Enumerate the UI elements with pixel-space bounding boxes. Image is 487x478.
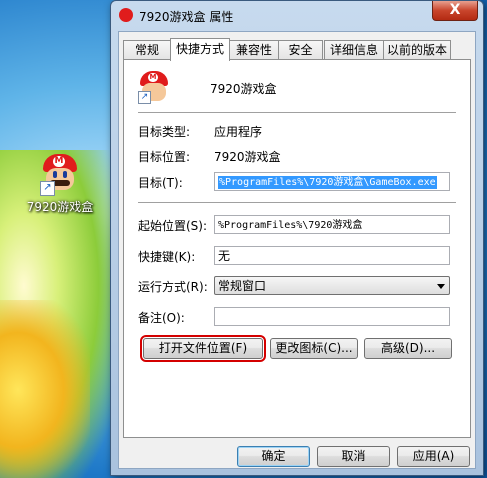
shortcut-panel: M ↗ 7920游戏盒 目标类型: 应用程序 目标位置: 7920游戏盒 目标(… (123, 59, 471, 438)
comment-input[interactable] (214, 307, 450, 326)
wallpaper-glow-yellow (0, 300, 90, 478)
desktop-icon-label: 7920游戏盒 (26, 200, 94, 214)
target-location-value: 7920游戏盒 (214, 150, 281, 164)
divider (138, 202, 456, 204)
tab-security[interactable]: 安全 (278, 40, 323, 60)
target-location-label: 目标位置: (138, 150, 191, 164)
target-type-value: 应用程序 (214, 125, 263, 139)
mario-icon (119, 8, 133, 22)
ok-button[interactable]: 确定 (237, 446, 310, 467)
dialog-body: 常规 快捷方式 兼容性 安全 详细信息 以前的版本 M ↗ 7920游戏盒 目标… (118, 31, 476, 469)
title-bar[interactable]: 7920游戏盒 属性 X (111, 1, 483, 29)
start-in-label: 起始位置(S): (138, 219, 208, 233)
target-input-text: %ProgramFiles%\7920游戏盒\GameBox.exe (218, 176, 437, 189)
tab-compatibility[interactable]: 兼容性 (229, 40, 279, 60)
divider (138, 112, 456, 114)
close-button[interactable]: X (432, 1, 478, 21)
advanced-button[interactable]: 高级(D)... (364, 338, 452, 359)
hotkey-input[interactable]: 无 (214, 246, 450, 265)
tab-previous-versions[interactable]: 以前的版本 (383, 40, 451, 60)
mario-icon: M ↗ (138, 70, 172, 104)
properties-dialog: 7920游戏盒 属性 X 常规 快捷方式 兼容性 安全 详细信息 以前的版本 M… (110, 0, 484, 476)
target-type-label: 目标类型: (138, 125, 191, 139)
change-icon-button[interactable]: 更改图标(C)... (270, 338, 358, 359)
chevron-down-icon (437, 284, 445, 289)
apply-button[interactable]: 应用(A) (397, 446, 470, 467)
target-label: 目标(T): (138, 176, 183, 190)
open-file-location-button[interactable]: 打开文件位置(F) (140, 335, 266, 362)
run-select[interactable]: 常规窗口 (214, 276, 450, 295)
tab-shortcut[interactable]: 快捷方式 (170, 38, 230, 61)
hotkey-label: 快捷键(K): (138, 250, 196, 264)
run-select-value: 常规窗口 (218, 279, 267, 293)
start-in-input[interactable]: %ProgramFiles%\7920游戏盒 (214, 215, 450, 234)
shortcut-arrow-icon: ↗ (40, 181, 55, 196)
shortcut-name: 7920游戏盒 (210, 82, 277, 96)
cancel-button[interactable]: 取消 (317, 446, 390, 467)
comment-label: 备注(O): (138, 311, 185, 325)
mario-icon: M ↗ (40, 152, 80, 196)
target-input[interactable]: %ProgramFiles%\7920游戏盒\GameBox.exe (214, 172, 450, 191)
shortcut-arrow-icon: ↗ (138, 91, 151, 104)
window-title: 7920游戏盒 属性 (139, 10, 234, 24)
tab-general[interactable]: 常规 (123, 40, 171, 60)
run-label: 运行方式(R): (138, 280, 208, 294)
tab-details[interactable]: 详细信息 (324, 40, 384, 60)
desktop-shortcut-7920[interactable]: M ↗ 7920游戏盒 (22, 152, 98, 215)
